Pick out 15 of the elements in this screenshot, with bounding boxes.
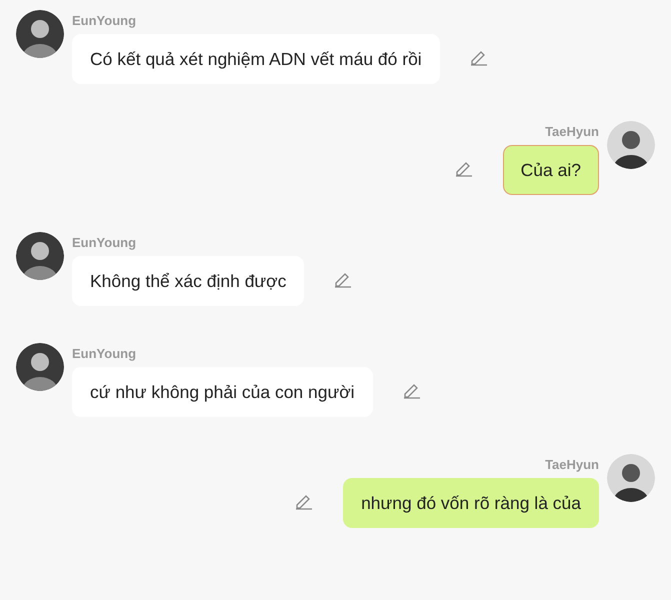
avatar[interactable] xyxy=(16,343,64,391)
message-bubble[interactable]: Có kết quả xét nghiệm ADN vết máu đó rồi xyxy=(72,34,440,84)
sender-name: TaeHyun xyxy=(545,123,599,141)
message-bubble[interactable]: Của ai? xyxy=(502,145,599,196)
sender-name: EunYoung xyxy=(72,234,136,252)
sender-name: TaeHyun xyxy=(545,456,599,474)
message-bubble[interactable]: nhưng đó vốn rõ ràng là của xyxy=(343,478,599,528)
sender-name: EunYoung xyxy=(72,345,136,363)
avatar[interactable] xyxy=(607,121,655,169)
avatar[interactable] xyxy=(16,232,64,280)
sender-name: EunYoung xyxy=(72,12,136,30)
message-bubble[interactable]: cứ như không phải của con người xyxy=(72,367,373,418)
message-bubble[interactable]: Không thể xác định được xyxy=(72,256,304,306)
avatar[interactable] xyxy=(16,10,64,58)
avatar[interactable] xyxy=(607,454,655,502)
